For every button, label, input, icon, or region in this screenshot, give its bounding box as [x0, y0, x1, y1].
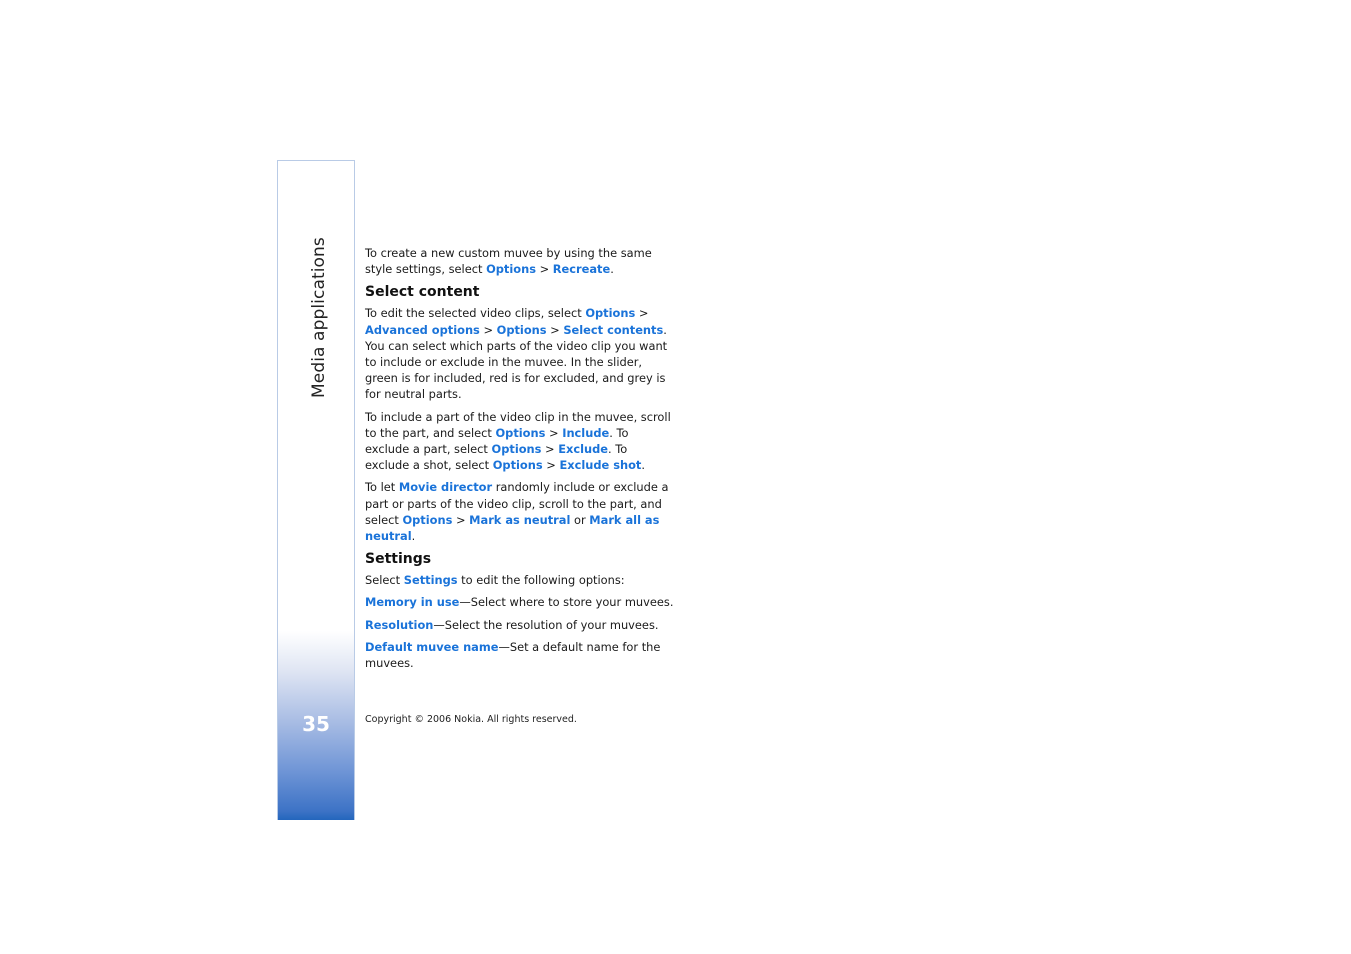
text-run: to edit the following options:: [457, 573, 625, 588]
text-run: .: [411, 529, 416, 544]
menu-path-link[interactable]: Select contents: [563, 323, 663, 337]
menu-path-link[interactable]: Include: [562, 426, 609, 440]
menu-path-link[interactable]: Advanced options: [365, 323, 480, 337]
menu-path-link[interactable]: Options: [486, 262, 536, 276]
paragraph: Memory in use—Select where to store your…: [365, 594, 675, 610]
menu-path-link[interactable]: Exclude shot: [559, 458, 641, 472]
text-run: To let: [365, 480, 399, 495]
text-run: —Select where to store your muvees.: [459, 595, 674, 610]
section-title: Media applications: [309, 237, 329, 398]
paragraph: To create a new custom muvee by using th…: [365, 245, 675, 277]
paragraph: To include a part of the video clip in t…: [365, 409, 675, 474]
page-number: 35: [302, 712, 330, 736]
menu-path-link[interactable]: Exclude: [558, 442, 608, 456]
text-run: To edit the selected video clips, select: [365, 306, 586, 321]
text-run: >: [535, 262, 553, 277]
menu-path-link[interactable]: Movie director: [399, 480, 492, 494]
section-heading: Settings: [365, 551, 432, 568]
menu-path-link[interactable]: Options: [493, 458, 543, 472]
section-heading: Select content: [365, 284, 480, 301]
menu-path-link[interactable]: Options: [585, 306, 635, 320]
main-content: To create a new custom muvee by using th…: [365, 245, 675, 677]
paragraph: Default muvee name—Set a default name fo…: [365, 639, 675, 671]
menu-path-link[interactable]: Options: [492, 442, 542, 456]
menu-path-link[interactable]: Options: [497, 323, 547, 337]
menu-path-link[interactable]: Options: [402, 513, 452, 527]
menu-path-link[interactable]: Resolution: [365, 618, 433, 632]
text-run: Select: [365, 573, 404, 588]
text-run: >: [541, 442, 559, 457]
text-run: —Select the resolution of your muvees.: [433, 617, 659, 632]
text-run: or: [570, 512, 590, 527]
menu-path-link[interactable]: Mark as neutral: [469, 513, 570, 527]
menu-path-link[interactable]: Options: [496, 426, 546, 440]
text-run: >: [545, 425, 563, 440]
menu-path-link[interactable]: Default muvee name: [365, 640, 498, 654]
menu-path-link[interactable]: Settings: [404, 573, 458, 587]
text-run: .: [610, 262, 614, 277]
text-run: >: [635, 306, 649, 321]
menu-path-link[interactable]: Recreate: [553, 262, 610, 276]
text-run: >: [479, 322, 497, 337]
text-run: .: [641, 458, 645, 473]
text-run: >: [542, 458, 560, 473]
text-run: >: [546, 322, 564, 337]
text-run: >: [452, 512, 470, 527]
menu-path-link[interactable]: Memory in use: [365, 595, 459, 609]
paragraph: To let Movie director randomly include o…: [365, 479, 675, 544]
paragraph: To edit the selected video clips, select…: [365, 305, 675, 402]
copyright-notice: Copyright © 2006 Nokia. All rights reser…: [365, 714, 577, 725]
paragraph: Resolution—Select the resolution of your…: [365, 617, 675, 633]
paragraph: Select Settings to edit the following op…: [365, 572, 675, 588]
